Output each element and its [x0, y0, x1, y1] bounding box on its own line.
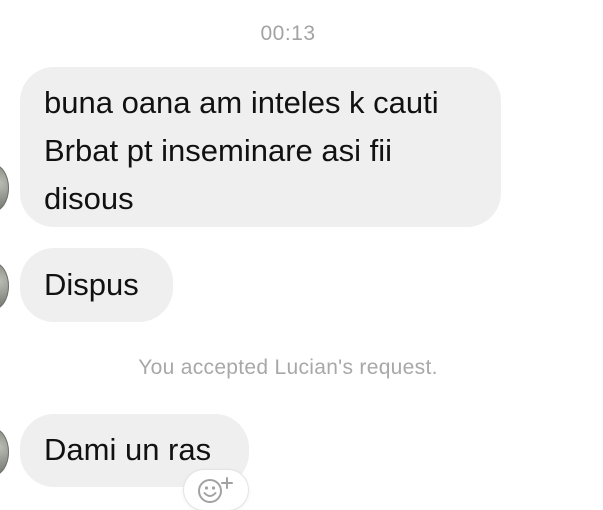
add-reaction-button[interactable]	[184, 470, 248, 510]
request-accepted-notice: You accepted Lucian's request.	[138, 356, 438, 379]
sender-avatar[interactable]	[0, 164, 9, 212]
message-bubble[interactable]: buna oana am inteles k cauti Brbat pt in…	[20, 67, 501, 227]
message-text: buna oana am inteles k cauti Brbat pt in…	[44, 85, 439, 216]
message-timestamp: 00:13	[260, 22, 316, 45]
message-text: Dispus	[44, 267, 139, 302]
message-bubble[interactable]: Dispus	[20, 248, 173, 322]
sender-avatar[interactable]	[0, 262, 9, 310]
sender-avatar[interactable]	[0, 428, 9, 476]
message-text: Dami un ras	[44, 432, 212, 467]
